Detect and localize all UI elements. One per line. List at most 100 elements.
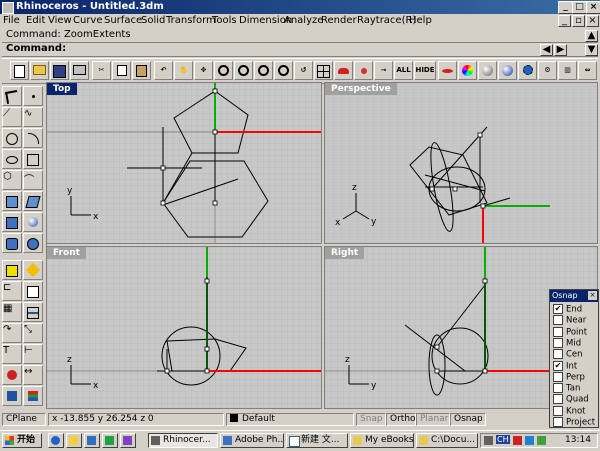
mesh-icon[interactable] [2, 260, 22, 280]
four-viewports-icon[interactable] [314, 61, 333, 80]
osnap-checkbox[interactable] [553, 337, 563, 348]
curve-icon[interactable]: ∿ [23, 107, 43, 127]
doc-minimize-button[interactable]: _ [558, 15, 571, 27]
command-line[interactable]: Command: ◀ ▶ ▼ [2, 43, 598, 57]
osnap-item-int[interactable]: ✔ Int [553, 360, 577, 372]
osnap-checkbox[interactable]: ✔ [553, 304, 563, 314]
show-all-button[interactable]: ALL [394, 61, 413, 80]
task-my-ebooks[interactable]: My eBooks [350, 433, 414, 448]
open-icon[interactable] [30, 61, 49, 80]
menu-transform[interactable]: Transform [166, 15, 216, 26]
zoom-extents-icon[interactable] [254, 61, 273, 80]
history-scroll-up[interactable]: ▲ [585, 30, 598, 42]
array-icon[interactable]: ▦ [2, 302, 22, 322]
tray-speaker-icon[interactable] [484, 436, 493, 445]
copy-icon[interactable] [112, 61, 131, 80]
sphere-solid-icon[interactable] [23, 212, 43, 232]
rotate-view-icon[interactable]: ✥ [194, 61, 213, 80]
quicklaunch-desktop-icon[interactable] [84, 433, 100, 448]
osnap-checkbox[interactable] [553, 349, 563, 360]
menu-file[interactable]: File [3, 15, 20, 26]
rhino-app-icon[interactable] [2, 2, 14, 14]
osnap-checkbox[interactable] [553, 394, 563, 405]
zoom-selected-icon[interactable] [274, 61, 293, 80]
task-photoshop[interactable]: Adobe Ph... [220, 433, 284, 448]
viewport-top[interactable]: Top x y [46, 82, 322, 244]
color-wheel-icon[interactable] [458, 61, 477, 80]
ortho-toggle[interactable]: Ortho [386, 413, 416, 426]
zoom-window-icon[interactable] [234, 61, 253, 80]
osnap-checkbox[interactable] [553, 405, 563, 416]
curve-tools-icon[interactable] [438, 61, 457, 80]
fillet-icon[interactable]: ⌒ [23, 170, 43, 190]
doc-close-button[interactable]: × [586, 15, 599, 27]
properties-icon[interactable]: ▥ [558, 61, 577, 80]
maximize-button[interactable]: □ [572, 1, 587, 14]
osnap-panel-header[interactable]: Osnap × [550, 290, 598, 302]
tray-network-icon[interactable] [525, 436, 534, 445]
menu-curve[interactable]: Curve [73, 15, 103, 26]
menu-analyze[interactable]: Analyze [284, 15, 323, 26]
tray-language-indicator[interactable]: CH [496, 435, 510, 444]
osnap-item-tan[interactable]: Tan [553, 383, 580, 394]
osnap-toggle[interactable]: Osnap [450, 413, 486, 426]
viewport-front-label[interactable]: Front [47, 247, 86, 259]
arc-icon[interactable] [23, 128, 43, 148]
osnap-checkbox[interactable] [553, 315, 563, 326]
snap-toggle[interactable]: Snap [356, 413, 386, 426]
close-button[interactable]: × [586, 1, 600, 14]
menu-raytrace[interactable]: Raytrace(R) [357, 15, 416, 26]
tray-antivirus-icon[interactable] [513, 436, 522, 445]
surface-corner-icon[interactable] [23, 191, 43, 211]
viewport-front[interactable]: Front x z [46, 246, 322, 409]
menu-tools[interactable]: Tools [212, 15, 237, 26]
minimize-button[interactable]: _ [558, 1, 573, 14]
shaded-sphere-icon[interactable] [478, 61, 497, 80]
osnap-checkbox[interactable] [553, 371, 563, 382]
task-documents-folder[interactable]: C:\Docu... [416, 433, 478, 448]
quicklaunch-outlook-icon[interactable] [66, 433, 82, 448]
viewport-perspective-label[interactable]: Perspective [325, 83, 397, 95]
osnap-checkbox[interactable] [553, 417, 563, 427]
current-layer[interactable]: Default [226, 413, 354, 426]
quicklaunch-media-icon[interactable] [120, 433, 136, 448]
command-scroll-right[interactable]: ▶ [554, 44, 567, 56]
text-icon[interactable]: T [2, 344, 22, 364]
ellipse-icon[interactable] [2, 149, 22, 169]
analyze-icon[interactable] [2, 365, 22, 385]
box-solid-icon[interactable] [2, 212, 22, 232]
viewport-right-label[interactable]: Right [325, 247, 365, 259]
pan-icon[interactable]: ✋ [174, 61, 193, 80]
menu-render[interactable]: Render [321, 15, 357, 26]
history-scroll-down[interactable]: ▼ [585, 44, 598, 56]
light-icon[interactable] [354, 61, 373, 80]
distance-icon[interactable]: ↔ [23, 365, 43, 385]
snap-point-icon[interactable]: ⊸ [374, 61, 393, 80]
undo-icon[interactable]: ↶ [154, 61, 173, 80]
trim-icon[interactable] [23, 281, 43, 301]
menu-edit[interactable]: Edit [26, 15, 45, 26]
osnap-item-near[interactable]: Near [553, 315, 586, 326]
rotate-icon[interactable]: ↷ [2, 323, 22, 343]
osnap-item-point[interactable]: Point [553, 326, 587, 338]
dimension-icon[interactable]: ⇔ [578, 61, 597, 80]
new-icon[interactable] [10, 61, 29, 80]
render-sphere-icon[interactable] [498, 61, 517, 80]
car-render-icon[interactable] [334, 61, 353, 80]
circle-icon[interactable] [2, 128, 22, 148]
doc-restore-button[interactable]: ▫ [572, 15, 585, 27]
cut-icon[interactable]: ✂ [92, 61, 111, 80]
osnap-item-end[interactable]: ✔ End [553, 304, 582, 315]
task-rhino[interactable]: Rhinocer... [148, 433, 218, 448]
select-arrow-icon[interactable] [2, 86, 22, 106]
hide-button[interactable]: HIDE [414, 61, 436, 80]
paste-icon[interactable] [132, 61, 151, 80]
osnap-close-icon[interactable]: × [588, 291, 597, 300]
osnap-item-quad[interactable]: Quad [553, 394, 589, 405]
join-icon[interactable]: ⊏ [2, 281, 22, 301]
quicklaunch-app-icon[interactable] [102, 433, 118, 448]
zoom-dynamic-icon[interactable] [214, 61, 233, 80]
layer-icon[interactable] [23, 386, 43, 406]
polygon-icon[interactable]: ⬡ [2, 170, 22, 190]
osnap-item-cen[interactable]: Cen [553, 349, 583, 360]
